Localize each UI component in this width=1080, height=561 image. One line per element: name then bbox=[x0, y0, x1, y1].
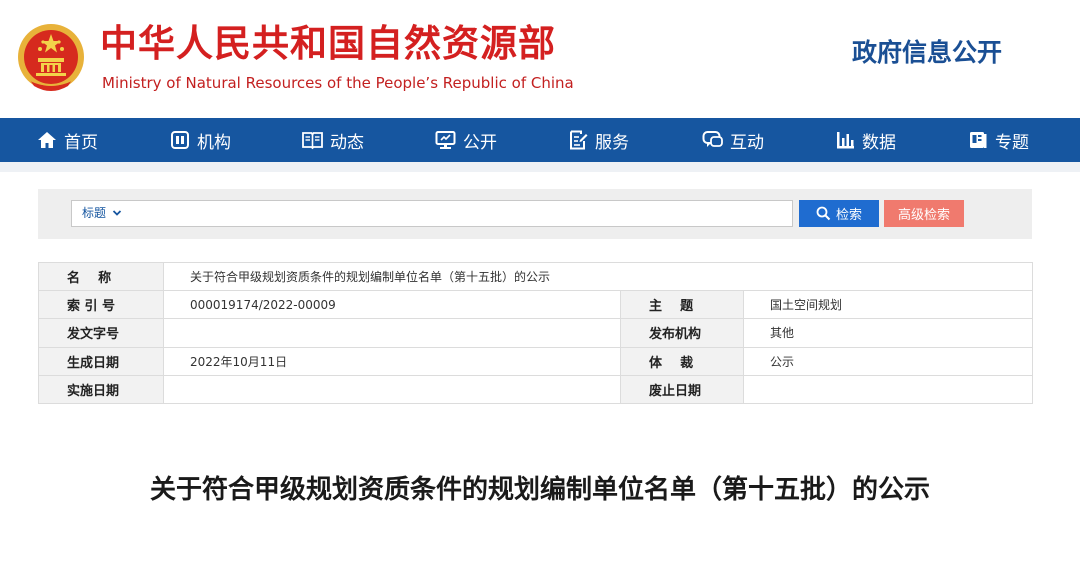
date-value: 2022年10月11日 bbox=[163, 346, 621, 376]
table-row: 实施日期 废止日期 bbox=[38, 374, 1034, 405]
search-field-select[interactable]: 标题 bbox=[82, 205, 122, 221]
nav-item-label: 动态 bbox=[330, 132, 364, 153]
bar-chart-icon bbox=[837, 132, 854, 149]
nav-item-label: 专题 bbox=[995, 132, 1029, 153]
national-emblem-icon[interactable] bbox=[16, 22, 86, 96]
issuer-label: 发布机构 bbox=[620, 318, 744, 348]
expiry-label: 废止日期 bbox=[620, 374, 744, 405]
issuer-value: 其他 bbox=[742, 318, 1034, 348]
monitor-icon bbox=[435, 131, 456, 149]
nav-item-org[interactable]: 机构 bbox=[170, 118, 231, 162]
site-title-cn[interactable]: 中华人民共和国自然资源部 bbox=[100, 20, 556, 68]
genre-label: 体 裁 bbox=[620, 346, 744, 376]
doc-no-value bbox=[163, 318, 621, 348]
search-field-label: 标题 bbox=[82, 206, 107, 220]
nav-item-service[interactable]: 服务 bbox=[568, 118, 629, 162]
table-row: 生成日期 2022年10月11日 体 裁 公示 bbox=[38, 346, 1034, 376]
nav-item-topic[interactable]: 专题 bbox=[968, 118, 1029, 162]
nav-item-data[interactable]: 数据 bbox=[835, 118, 896, 162]
nav-item-label: 互动 bbox=[730, 132, 764, 153]
document-info-table: 名 称 关于符合甲级规划资质条件的规划编制单位名单（第十五批）的公示 索 引 号… bbox=[38, 261, 1034, 405]
doc-no-label: 发文字号 bbox=[38, 318, 164, 348]
home-icon bbox=[38, 132, 56, 148]
index-label: 索 引 号 bbox=[38, 290, 164, 320]
book-icon bbox=[302, 132, 323, 150]
table-row: 索 引 号 000019174/2022-00009 主 题 国土空间规划 bbox=[38, 290, 1034, 320]
nav-item-interact[interactable]: 互动 bbox=[702, 118, 764, 162]
document-edit-icon bbox=[570, 130, 588, 150]
name-label: 名 称 bbox=[38, 261, 164, 292]
expiry-value bbox=[742, 374, 1034, 405]
effective-label: 实施日期 bbox=[38, 374, 164, 405]
subject-label: 主 题 bbox=[620, 290, 744, 320]
index-value: 000019174/2022-00009 bbox=[163, 290, 621, 320]
search-icon bbox=[816, 206, 831, 221]
date-label: 生成日期 bbox=[38, 346, 164, 376]
nav-item-disclosure[interactable]: 公开 bbox=[435, 118, 497, 162]
nav-item-label: 数据 bbox=[862, 132, 896, 153]
name-value: 关于符合甲级规划资质条件的规划编制单位名单（第十五批）的公示 bbox=[162, 261, 1034, 292]
topic-icon bbox=[970, 132, 987, 148]
content-top-shade bbox=[0, 162, 1080, 172]
nav-item-label: 服务 bbox=[595, 132, 629, 153]
table-row: 名 称 关于符合甲级规划资质条件的规划编制单位名单（第十五批）的公示 bbox=[38, 261, 1034, 292]
subject-value: 国土空间规划 bbox=[742, 290, 1034, 320]
table-row: 发文字号 发布机构 其他 bbox=[38, 318, 1034, 348]
nav-item-news[interactable]: 动态 bbox=[302, 118, 364, 162]
main-nav: 首页 机构 动态 公开 服务 互动 数据 专题 bbox=[0, 118, 1080, 162]
article-title: 关于符合甲级规划资质条件的规划编制单位名单（第十五批）的公示 bbox=[150, 475, 931, 505]
effective-value bbox=[163, 374, 621, 405]
advanced-search-button[interactable]: 高级检索 bbox=[884, 200, 964, 227]
chevron-down-icon bbox=[112, 210, 121, 216]
site-header: 中华人民共和国自然资源部 Ministry of Natural Resourc… bbox=[0, 0, 1080, 118]
search-button-label: 检索 bbox=[835, 207, 862, 222]
search-button[interactable]: 检索 bbox=[799, 200, 879, 227]
chat-icon bbox=[702, 131, 723, 147]
search-input[interactable] bbox=[71, 200, 793, 227]
nav-item-label: 首页 bbox=[64, 132, 98, 153]
nav-item-home[interactable]: 首页 bbox=[37, 118, 98, 162]
nav-item-label: 机构 bbox=[197, 132, 231, 153]
nav-item-label: 公开 bbox=[463, 132, 497, 153]
genre-value: 公示 bbox=[742, 346, 1034, 376]
gov-info-title[interactable]: 政府信息公开 bbox=[852, 36, 1002, 70]
site-title-en[interactable]: Ministry of Natural Resources of the Peo… bbox=[102, 74, 574, 92]
org-icon bbox=[171, 131, 189, 149]
